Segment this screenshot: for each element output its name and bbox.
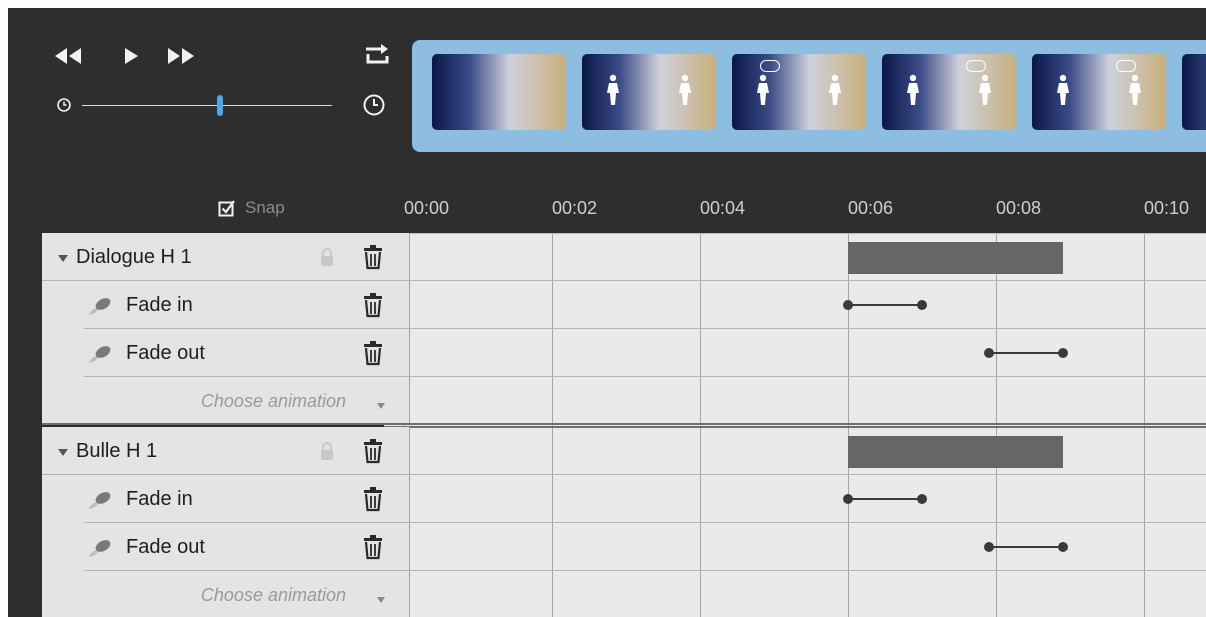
snap-label: Snap bbox=[245, 198, 285, 217]
speech-bubble-icon bbox=[1116, 60, 1136, 72]
time-tick-label: 00:06 bbox=[848, 198, 894, 218]
scene-thumbnail[interactable] bbox=[582, 54, 716, 130]
dropdown-arrow-icon[interactable] bbox=[376, 591, 386, 603]
speech-bubble-icon bbox=[966, 60, 986, 72]
animation-row[interactable]: Fade in bbox=[42, 281, 1206, 329]
character-figure-icon bbox=[978, 74, 992, 106]
time-tick-label: 00:02 bbox=[552, 198, 598, 218]
brush-icon bbox=[87, 343, 113, 365]
track-list: Dialogue H 1 Fade in Fade out Choose ani… bbox=[42, 233, 1206, 617]
zoom-thumb[interactable] bbox=[216, 95, 223, 116]
trash-icon[interactable] bbox=[362, 292, 384, 318]
animation-name: Fade in bbox=[126, 294, 193, 316]
animation-header: Fade out bbox=[42, 329, 410, 377]
time-tick-label: 00:08 bbox=[996, 198, 1042, 218]
animation-name: Fade out bbox=[126, 342, 205, 364]
character-figure-icon bbox=[606, 74, 620, 106]
track-header: Dialogue H 1 bbox=[42, 233, 410, 281]
animation-name: Fade in bbox=[126, 488, 193, 510]
choose-animation-row[interactable]: Choose animation bbox=[42, 377, 1206, 425]
character-figure-icon bbox=[678, 74, 692, 106]
brush-icon bbox=[87, 295, 113, 317]
zoom-slider[interactable] bbox=[56, 92, 396, 122]
animation-header: Fade in bbox=[42, 281, 410, 329]
expand-caret-icon[interactable] bbox=[57, 445, 69, 457]
scene-thumbnail[interactable] bbox=[732, 54, 866, 130]
snap-checkbox-icon[interactable] bbox=[218, 199, 236, 217]
track-row[interactable]: Bulle H 1 bbox=[42, 427, 1206, 475]
scene-thumbnail[interactable] bbox=[882, 54, 1016, 130]
expand-caret-icon[interactable] bbox=[57, 251, 69, 263]
trash-icon[interactable] bbox=[362, 486, 384, 512]
character-figure-icon bbox=[1056, 74, 1070, 106]
animation-header: Fade in bbox=[42, 475, 410, 523]
brush-icon bbox=[87, 537, 113, 559]
scene-thumbnail[interactable] bbox=[1182, 54, 1206, 130]
animation-row[interactable]: Fade out bbox=[42, 329, 1206, 377]
dropdown-arrow-icon[interactable] bbox=[376, 397, 386, 409]
choose-animation-header: Choose animation bbox=[42, 377, 410, 425]
animation-name: Fade out bbox=[126, 536, 205, 558]
large-clock-icon bbox=[362, 93, 386, 117]
character-figure-icon bbox=[1128, 74, 1142, 106]
track-row[interactable]: Dialogue H 1 bbox=[42, 233, 1206, 281]
rewind-icon[interactable] bbox=[53, 46, 83, 66]
choose-animation-header: Choose animation bbox=[42, 571, 410, 617]
track-header: Bulle H 1 bbox=[42, 427, 410, 475]
play-icon[interactable] bbox=[122, 46, 140, 66]
choose-animation-dropdown[interactable]: Choose animation bbox=[42, 571, 346, 617]
lock-icon[interactable] bbox=[318, 247, 336, 267]
brush-icon bbox=[87, 489, 113, 511]
scene-thumbnail[interactable] bbox=[432, 54, 566, 130]
character-figure-icon bbox=[828, 74, 842, 106]
speech-bubble-icon bbox=[760, 60, 780, 72]
timeline-editor: Snap 00:00 00:02 00:04 00:06 00:08 00:10 Dial… bbox=[8, 8, 1206, 617]
character-figure-icon bbox=[756, 74, 770, 106]
time-tick-label: 00:10 bbox=[1144, 198, 1190, 218]
trash-icon[interactable] bbox=[362, 438, 384, 464]
track-name: Bulle H 1 bbox=[76, 440, 158, 462]
animation-row[interactable]: Fade out bbox=[42, 523, 1206, 571]
choose-animation-dropdown[interactable]: Choose animation bbox=[42, 377, 346, 425]
choose-animation-row[interactable]: Choose animation bbox=[42, 571, 1206, 617]
trash-icon[interactable] bbox=[362, 244, 384, 270]
character-figure-icon bbox=[906, 74, 920, 106]
time-tick-label: 00:00 bbox=[404, 198, 450, 218]
snap-toggle[interactable]: Snap bbox=[218, 196, 285, 220]
loop-icon[interactable] bbox=[363, 42, 391, 66]
fast-forward-icon[interactable] bbox=[166, 46, 196, 66]
animation-row[interactable]: Fade in bbox=[42, 475, 1206, 523]
filmstrip bbox=[412, 40, 1206, 152]
scene-thumbnail[interactable] bbox=[1032, 54, 1166, 130]
animation-header: Fade out bbox=[42, 523, 410, 571]
zoom-track[interactable] bbox=[82, 105, 332, 106]
lock-icon[interactable] bbox=[318, 441, 336, 461]
trash-icon[interactable] bbox=[362, 534, 384, 560]
track-name: Dialogue H 1 bbox=[76, 246, 192, 268]
trash-icon[interactable] bbox=[362, 340, 384, 366]
small-clock-icon bbox=[56, 97, 72, 113]
time-tick-label: 00:04 bbox=[700, 198, 746, 218]
